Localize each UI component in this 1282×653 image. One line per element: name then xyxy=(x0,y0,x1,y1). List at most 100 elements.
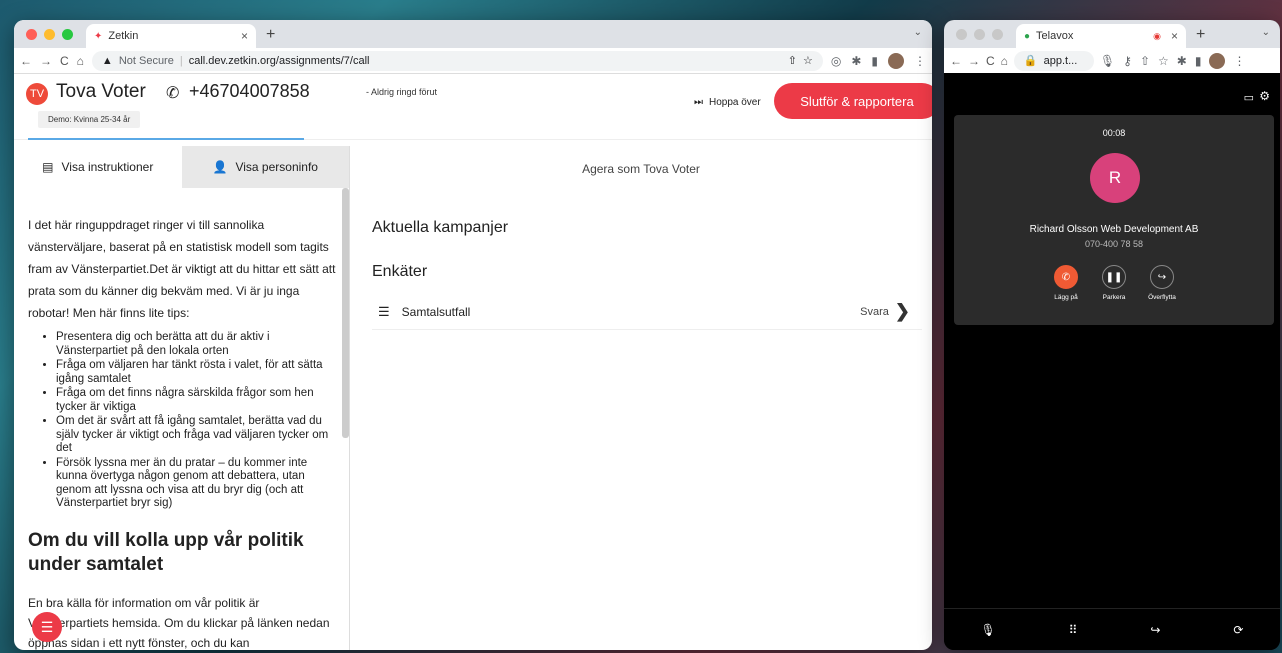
finish-report-button[interactable]: Slutför & rapportera xyxy=(774,83,932,119)
share-icon[interactable]: ⇧ xyxy=(1140,54,1150,68)
transfer-icon: ↪ xyxy=(1150,265,1174,289)
park-label: Parkera xyxy=(1102,294,1126,301)
browser-toolbar: ← → C ⌂ ▲ Not Secure | call.dev.zetkin.o… xyxy=(14,48,932,74)
contact-tag: Demo: Kvinna 25-34 år xyxy=(38,111,141,128)
browser-menu-icon[interactable]: ⋮ xyxy=(914,54,926,68)
window-icon[interactable]: ▭ xyxy=(1244,91,1254,104)
forward-icon[interactable]: → xyxy=(40,54,52,68)
minimize-window-button[interactable] xyxy=(44,29,55,40)
tips-list: Presentera dig och berätta att du är akt… xyxy=(28,331,336,511)
extensions-puzzle-icon[interactable]: ✱ xyxy=(1177,54,1187,68)
extensions-puzzle-icon[interactable]: ✱ xyxy=(851,54,861,68)
call-controls: ✆ Lägg på ❚❚ Parkera ↪ Överflytta xyxy=(1052,265,1176,301)
reload-icon[interactable]: C xyxy=(60,54,69,68)
profile-avatar-icon[interactable] xyxy=(1209,52,1226,69)
hangup-icon: ✆ xyxy=(1054,265,1078,289)
progress-bar xyxy=(28,138,304,140)
hangup-label: Lägg på xyxy=(1054,294,1078,301)
browser-tab-zetkin[interactable]: ✦ Zetkin × xyxy=(86,24,256,48)
skip-label: Hoppa över xyxy=(709,97,761,108)
chevron-right-icon[interactable]: ❯ xyxy=(895,301,910,322)
bookmark-star-icon[interactable]: ☆ xyxy=(803,54,813,67)
close-window-button[interactable] xyxy=(956,29,967,40)
person-icon: 👤 xyxy=(212,160,228,174)
home-icon[interactable]: ⌂ xyxy=(1001,54,1008,68)
maximize-window-button[interactable] xyxy=(992,29,1003,40)
call-transfer-icon[interactable]: ↪ xyxy=(1150,623,1160,637)
contact-phone: +46704007858 xyxy=(189,81,310,101)
key-icon[interactable]: ⚷ xyxy=(1123,54,1132,68)
transfer-label: Överflytta xyxy=(1148,294,1176,301)
tab-strip: ✦ Zetkin × + ⌄ xyxy=(14,20,932,48)
caller-name: Richard Olsson Web Development AB xyxy=(1029,224,1199,235)
url-text: app.t... xyxy=(1043,54,1078,67)
not-secure-label: Not Secure xyxy=(118,54,174,67)
minimize-window-button[interactable] xyxy=(974,29,985,40)
forward-icon[interactable]: → xyxy=(968,54,980,68)
survey-row[interactable]: ☰ Samtalsutfall Svara ❯ xyxy=(372,294,922,330)
telavox-favicon-icon: ● xyxy=(1024,30,1031,42)
park-button[interactable]: ❚❚ Parkera xyxy=(1100,265,1128,301)
instructions-panel: ▤ Visa instruktioner 👤 Visa personinfo I… xyxy=(14,146,350,650)
bookmark-star-icon[interactable]: ☆ xyxy=(1158,54,1169,68)
caller-avatar: R xyxy=(1090,153,1140,203)
back-icon[interactable]: ← xyxy=(20,54,32,68)
address-bar[interactable]: 🔒 app.t... xyxy=(1013,50,1094,71)
scrollbar[interactable] xyxy=(342,188,349,438)
list-item: Fråga om väljaren har tänkt rösta i vale… xyxy=(56,359,336,386)
home-icon[interactable]: ⌂ xyxy=(77,54,84,68)
camera-extension-icon[interactable]: ◎ xyxy=(831,54,841,68)
tab-label: Visa personinfo xyxy=(235,160,318,174)
browser-menu-icon[interactable]: ⋮ xyxy=(1233,54,1245,68)
url-text: call.dev.zetkin.org/assignments/7/call xyxy=(188,54,370,67)
new-tab-button[interactable]: + xyxy=(1196,26,1205,44)
tab-list-chevron-icon[interactable]: ⌄ xyxy=(1262,27,1270,38)
back-icon[interactable]: ← xyxy=(950,54,962,68)
microphone-icon[interactable]: 🎙 xyxy=(980,623,995,637)
dialpad-icon[interactable]: ⠿ xyxy=(1069,623,1078,637)
mic-icon[interactable]: 🎙 xyxy=(1100,54,1115,68)
window-controls xyxy=(956,29,1003,40)
hangup-button[interactable]: ✆ Lägg på xyxy=(1052,265,1080,301)
side-panel-icon[interactable]: ▮ xyxy=(1195,54,1202,68)
contact-name: Tova Voter xyxy=(56,81,146,102)
call-timer: 00:08 xyxy=(1102,128,1126,138)
share-icon[interactable]: ⇧ xyxy=(788,54,797,67)
call-status: - Aldrig ringd förut xyxy=(366,87,438,97)
tab-title: Telavox xyxy=(1036,30,1074,42)
extensions-area: 🎙 ⚷ ⇧ ☆ ✱ ▮ ⋮ xyxy=(1100,52,1245,69)
zetkin-browser-window: ✦ Zetkin × + ⌄ ← → C ⌂ ▲ Not Secure | ca… xyxy=(14,20,932,650)
panel-tabs: ▤ Visa instruktioner 👤 Visa personinfo xyxy=(14,146,349,188)
window-controls xyxy=(26,29,73,40)
answer-label: Svara xyxy=(860,305,889,318)
url-separator: | xyxy=(179,54,183,67)
list-item: Försök lyssna mer än du pratar – du komm… xyxy=(56,457,336,511)
bottom-navigation: 🎙 ⠿ ↪ ⟳ xyxy=(944,608,1280,650)
side-panel-icon[interactable]: ▮ xyxy=(871,54,878,68)
close-window-button[interactable] xyxy=(26,29,37,40)
list-fab-button[interactable]: ☰ xyxy=(32,612,62,642)
caller-phone: 070-400 78 58 xyxy=(1084,239,1144,249)
reload-icon[interactable]: C xyxy=(986,54,995,68)
tab-show-personinfo[interactable]: 👤 Visa personinfo xyxy=(181,146,349,188)
skip-button[interactable]: ⏭ Hoppa över xyxy=(694,97,761,108)
maximize-window-button[interactable] xyxy=(62,29,73,40)
recording-icon: ◉ xyxy=(1153,30,1161,41)
transfer-button[interactable]: ↪ Överflytta xyxy=(1148,265,1176,301)
tab-show-instructions[interactable]: ▤ Visa instruktioner xyxy=(14,146,182,188)
browser-tab-telavox[interactable]: ● Telavox ◉ × xyxy=(1016,24,1186,48)
list-item: Presentera dig och berätta att du är akt… xyxy=(56,331,336,358)
profile-avatar-icon[interactable] xyxy=(888,52,904,69)
close-tab-icon[interactable]: × xyxy=(1171,29,1178,43)
politics-text: En bra källa för information om vår poli… xyxy=(28,595,330,650)
phone-icon: ✆ xyxy=(166,85,180,102)
close-tab-icon[interactable]: × xyxy=(241,29,248,43)
new-tab-button[interactable]: + xyxy=(266,26,275,44)
settings-gear-icon[interactable]: ⚙ xyxy=(1259,89,1270,103)
address-bar[interactable]: ▲ Not Secure | call.dev.zetkin.org/assig… xyxy=(91,50,823,71)
lock-icon: 🔒 xyxy=(1023,55,1038,67)
tab-strip: ● Telavox ◉ × + ⌄ xyxy=(944,20,1280,48)
politics-heading: Om du vill kolla upp vår politik under s… xyxy=(28,529,304,575)
sync-icon[interactable]: ⟳ xyxy=(1233,623,1243,637)
tab-list-chevron-icon[interactable]: ⌄ xyxy=(914,27,922,38)
